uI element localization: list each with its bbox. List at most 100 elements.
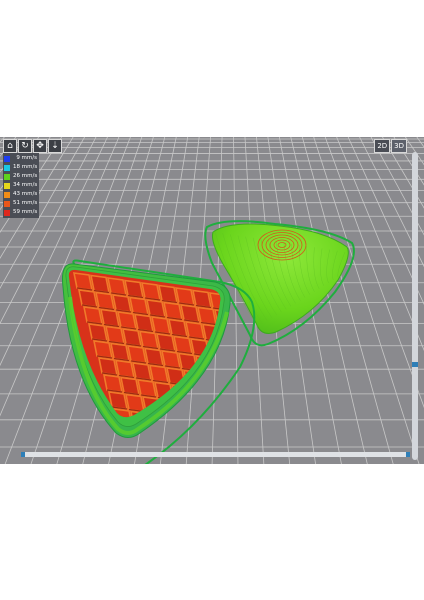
move-slider-start-handle[interactable] xyxy=(21,452,25,457)
infill-cell xyxy=(174,287,196,306)
infill-cell xyxy=(175,401,197,418)
infill-cell xyxy=(157,284,179,304)
infill-cell xyxy=(252,381,270,398)
infill-cell xyxy=(179,304,201,323)
infill-cell xyxy=(160,350,182,369)
infill-cell xyxy=(106,277,128,296)
infill-cell xyxy=(153,431,171,448)
infill-cell-shadow xyxy=(215,372,221,377)
infill-cell xyxy=(87,323,109,342)
print-preview-scene[interactable] xyxy=(0,137,424,464)
rotate-icon[interactable]: ↻ xyxy=(18,139,32,153)
infill-cell-shadow xyxy=(265,430,280,432)
legend-label: 9 mm/s xyxy=(16,155,37,161)
layer-slider-handle[interactable] xyxy=(412,362,418,367)
infill-cell xyxy=(232,313,250,330)
infill-cell-shadow xyxy=(253,444,268,446)
infill-cell-shadow xyxy=(168,432,183,434)
infill-cell xyxy=(216,424,234,441)
infill-cell-shadow xyxy=(214,422,229,424)
infill-cell xyxy=(155,333,177,352)
infill-cell-shadow xyxy=(241,459,256,461)
infill-cell xyxy=(211,357,221,377)
legend-entry: 9 mm/s xyxy=(4,154,37,163)
infill-cell-shadow xyxy=(250,379,265,381)
infill-cell xyxy=(233,427,251,444)
infill-cell-shadow xyxy=(236,442,251,444)
infill-cell-shadow xyxy=(185,434,200,436)
infill-cell-shadow xyxy=(219,439,234,441)
infill-cell xyxy=(82,306,104,325)
infill-cell xyxy=(104,325,126,345)
viewer-toolbar: ⌂ ↻ ✥ ⇣ xyxy=(3,139,62,153)
infill-cell xyxy=(250,429,268,446)
infill-cell-shadow xyxy=(173,449,188,451)
legend-label: 26 mm/s xyxy=(13,173,38,179)
infill-cell xyxy=(92,340,114,359)
infill-cell xyxy=(262,415,280,432)
infill-cell xyxy=(97,357,119,376)
legend-label: 59 mm/s xyxy=(13,209,38,215)
legend-entry: 59 mm/s xyxy=(4,208,37,217)
infill-cell-shadow xyxy=(226,408,241,410)
infill-cell xyxy=(245,412,263,429)
infill-cell-shadow xyxy=(233,376,248,378)
infill-cell-shadow xyxy=(151,429,166,431)
legend-swatch xyxy=(4,164,10,171)
legend-swatch xyxy=(4,191,10,198)
move-icon[interactable]: ✥ xyxy=(33,139,47,153)
move-scrollbar-horizontal[interactable] xyxy=(21,452,410,457)
infill-cell xyxy=(150,316,172,335)
infill-cell-shadow xyxy=(258,461,273,463)
infill-cell xyxy=(116,311,138,330)
infill-cell-shadow xyxy=(260,413,275,415)
infill-cell-shadow xyxy=(139,444,154,446)
infill-cell xyxy=(240,395,258,412)
infill-cell xyxy=(94,291,116,311)
grid-line xyxy=(324,137,424,409)
infill-cell xyxy=(170,434,188,451)
infill-cell xyxy=(77,289,99,308)
speed-legend: 9 mm/s 18 mm/s 26 mm/s 34 mm/s 43 mm/s 51 mm/… xyxy=(3,153,40,218)
legend-label: 51 mm/s xyxy=(13,200,38,206)
infill-cell-shadow xyxy=(162,413,179,418)
infill-cell xyxy=(102,374,124,393)
infill-cell xyxy=(235,378,253,395)
legend-swatch xyxy=(4,182,10,189)
legend-entry: 26 mm/s xyxy=(4,172,37,181)
infill-cell xyxy=(126,345,148,364)
gcode-3d-viewport[interactable]: ⌂ ↻ ✥ ⇣ 2D 3D 9 mm/s 18 mm/s 26 mm/s 34 mm/s 43… xyxy=(0,137,424,464)
layer-scrollbar-vertical[interactable] xyxy=(412,152,418,460)
legend-swatch xyxy=(4,200,10,207)
legend-entry: 34 mm/s xyxy=(4,181,37,190)
grid-line xyxy=(233,137,239,464)
infill-cell-shadow xyxy=(191,401,208,406)
infill-cell xyxy=(162,301,184,321)
infill-cell-shadow xyxy=(243,410,258,412)
infill-cell xyxy=(145,299,167,318)
infill-cell xyxy=(114,359,136,379)
view-3d-button[interactable]: 3D xyxy=(391,139,407,153)
infill-cell xyxy=(187,436,205,453)
infill-cell xyxy=(148,364,170,384)
infill-cell xyxy=(143,347,165,367)
infill-cell xyxy=(123,279,145,299)
zoom-icon[interactable]: ⇣ xyxy=(48,139,62,153)
infill-cell xyxy=(136,379,158,398)
move-slider-end-handle[interactable] xyxy=(406,452,410,457)
infill-cell xyxy=(184,321,206,340)
infill-cell xyxy=(89,274,111,294)
infill-cell-shadow xyxy=(228,359,243,361)
view-2d-button[interactable]: 2D xyxy=(374,139,391,153)
infill-cell-shadow xyxy=(231,425,246,427)
infill-cell-shadow xyxy=(202,437,217,439)
infill-cell xyxy=(128,296,150,316)
infill-cell xyxy=(121,328,143,347)
infill-cell-shadow xyxy=(203,387,220,391)
home-icon[interactable]: ⌂ xyxy=(3,139,17,153)
legend-swatch xyxy=(4,155,10,162)
infill-cell xyxy=(138,330,160,350)
infill-cell xyxy=(199,422,217,439)
legend-label: 18 mm/s xyxy=(13,164,38,170)
infill-cell xyxy=(133,313,155,333)
